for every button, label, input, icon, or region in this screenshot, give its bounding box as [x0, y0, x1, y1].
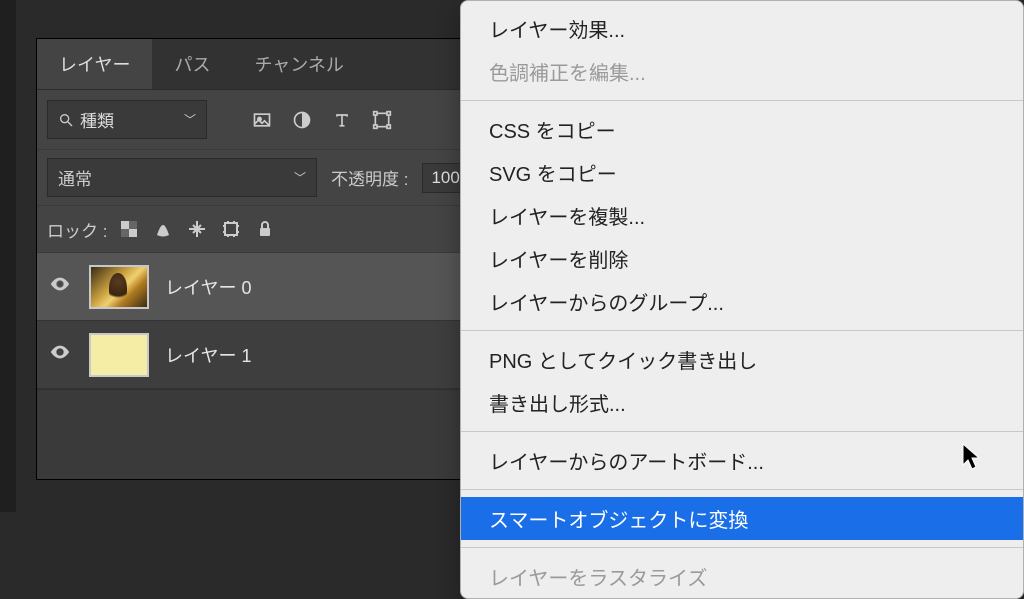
search-icon: [58, 112, 74, 128]
tab-channels[interactable]: チャンネル: [232, 39, 365, 89]
layer-name[interactable]: レイヤー 1: [165, 342, 251, 368]
menu-export-as[interactable]: 書き出し形式...: [461, 381, 1023, 424]
menu-duplicate-layer[interactable]: レイヤーを複製...: [461, 194, 1023, 237]
layer-context-menu: レイヤー効果... 色調補正を編集... CSS をコピー SVG をコピー レ…: [460, 0, 1024, 599]
blend-mode-value: 通常: [58, 165, 92, 190]
visibility-eye-icon[interactable]: [49, 273, 73, 301]
chevron-down-icon: ﹀: [294, 169, 306, 186]
menu-artboard-from-layers[interactable]: レイヤーからのアートボード...: [461, 439, 1023, 482]
menu-rasterize-layer: レイヤーをラスタライズ: [461, 555, 1023, 598]
menu-edit-adjustment: 色調補正を編集...: [461, 50, 1023, 93]
lock-artboard-icon[interactable]: [221, 219, 241, 239]
opacity-label: 不透明度 :: [331, 165, 408, 190]
menu-delete-layer[interactable]: レイヤーを削除: [461, 237, 1023, 280]
blend-mode-select[interactable]: 通常 ﹀: [47, 158, 317, 197]
lock-label: ロック :: [47, 217, 107, 242]
menu-separator: [461, 431, 1023, 432]
filter-pixel-icon[interactable]: [247, 107, 277, 133]
menu-copy-svg[interactable]: SVG をコピー: [461, 151, 1023, 194]
lock-transparency-icon[interactable]: [119, 219, 139, 239]
menu-layer-effects[interactable]: レイヤー効果...: [461, 7, 1023, 50]
layer-thumbnail[interactable]: [89, 265, 149, 309]
lock-all-icon[interactable]: [255, 219, 275, 239]
menu-separator: [461, 100, 1023, 101]
layer-kind-select[interactable]: 種類 ﹀: [47, 100, 207, 139]
menu-separator: [461, 330, 1023, 331]
filter-type-icon[interactable]: [327, 107, 357, 133]
menu-convert-to-smart-object[interactable]: スマートオブジェクトに変換: [461, 497, 1023, 540]
visibility-eye-icon[interactable]: [49, 341, 73, 369]
menu-group-from-layers[interactable]: レイヤーからのグループ...: [461, 280, 1023, 323]
kind-label: 種類: [80, 107, 114, 132]
layer-name[interactable]: レイヤー 0: [165, 274, 251, 300]
menu-separator: [461, 547, 1023, 548]
menu-copy-css[interactable]: CSS をコピー: [461, 108, 1023, 151]
lock-pixels-icon[interactable]: [153, 219, 173, 239]
chevron-down-icon: ﹀: [184, 111, 196, 128]
filter-shape-icon[interactable]: [367, 107, 397, 133]
tab-paths[interactable]: パス: [152, 39, 232, 89]
tab-layers[interactable]: レイヤー: [37, 39, 152, 89]
layer-thumbnail[interactable]: [89, 333, 149, 377]
lock-position-icon[interactable]: [187, 219, 207, 239]
filter-adjustment-icon[interactable]: [287, 107, 317, 133]
menu-separator: [461, 489, 1023, 490]
menu-quick-export-png[interactable]: PNG としてクイック書き出し: [461, 338, 1023, 381]
